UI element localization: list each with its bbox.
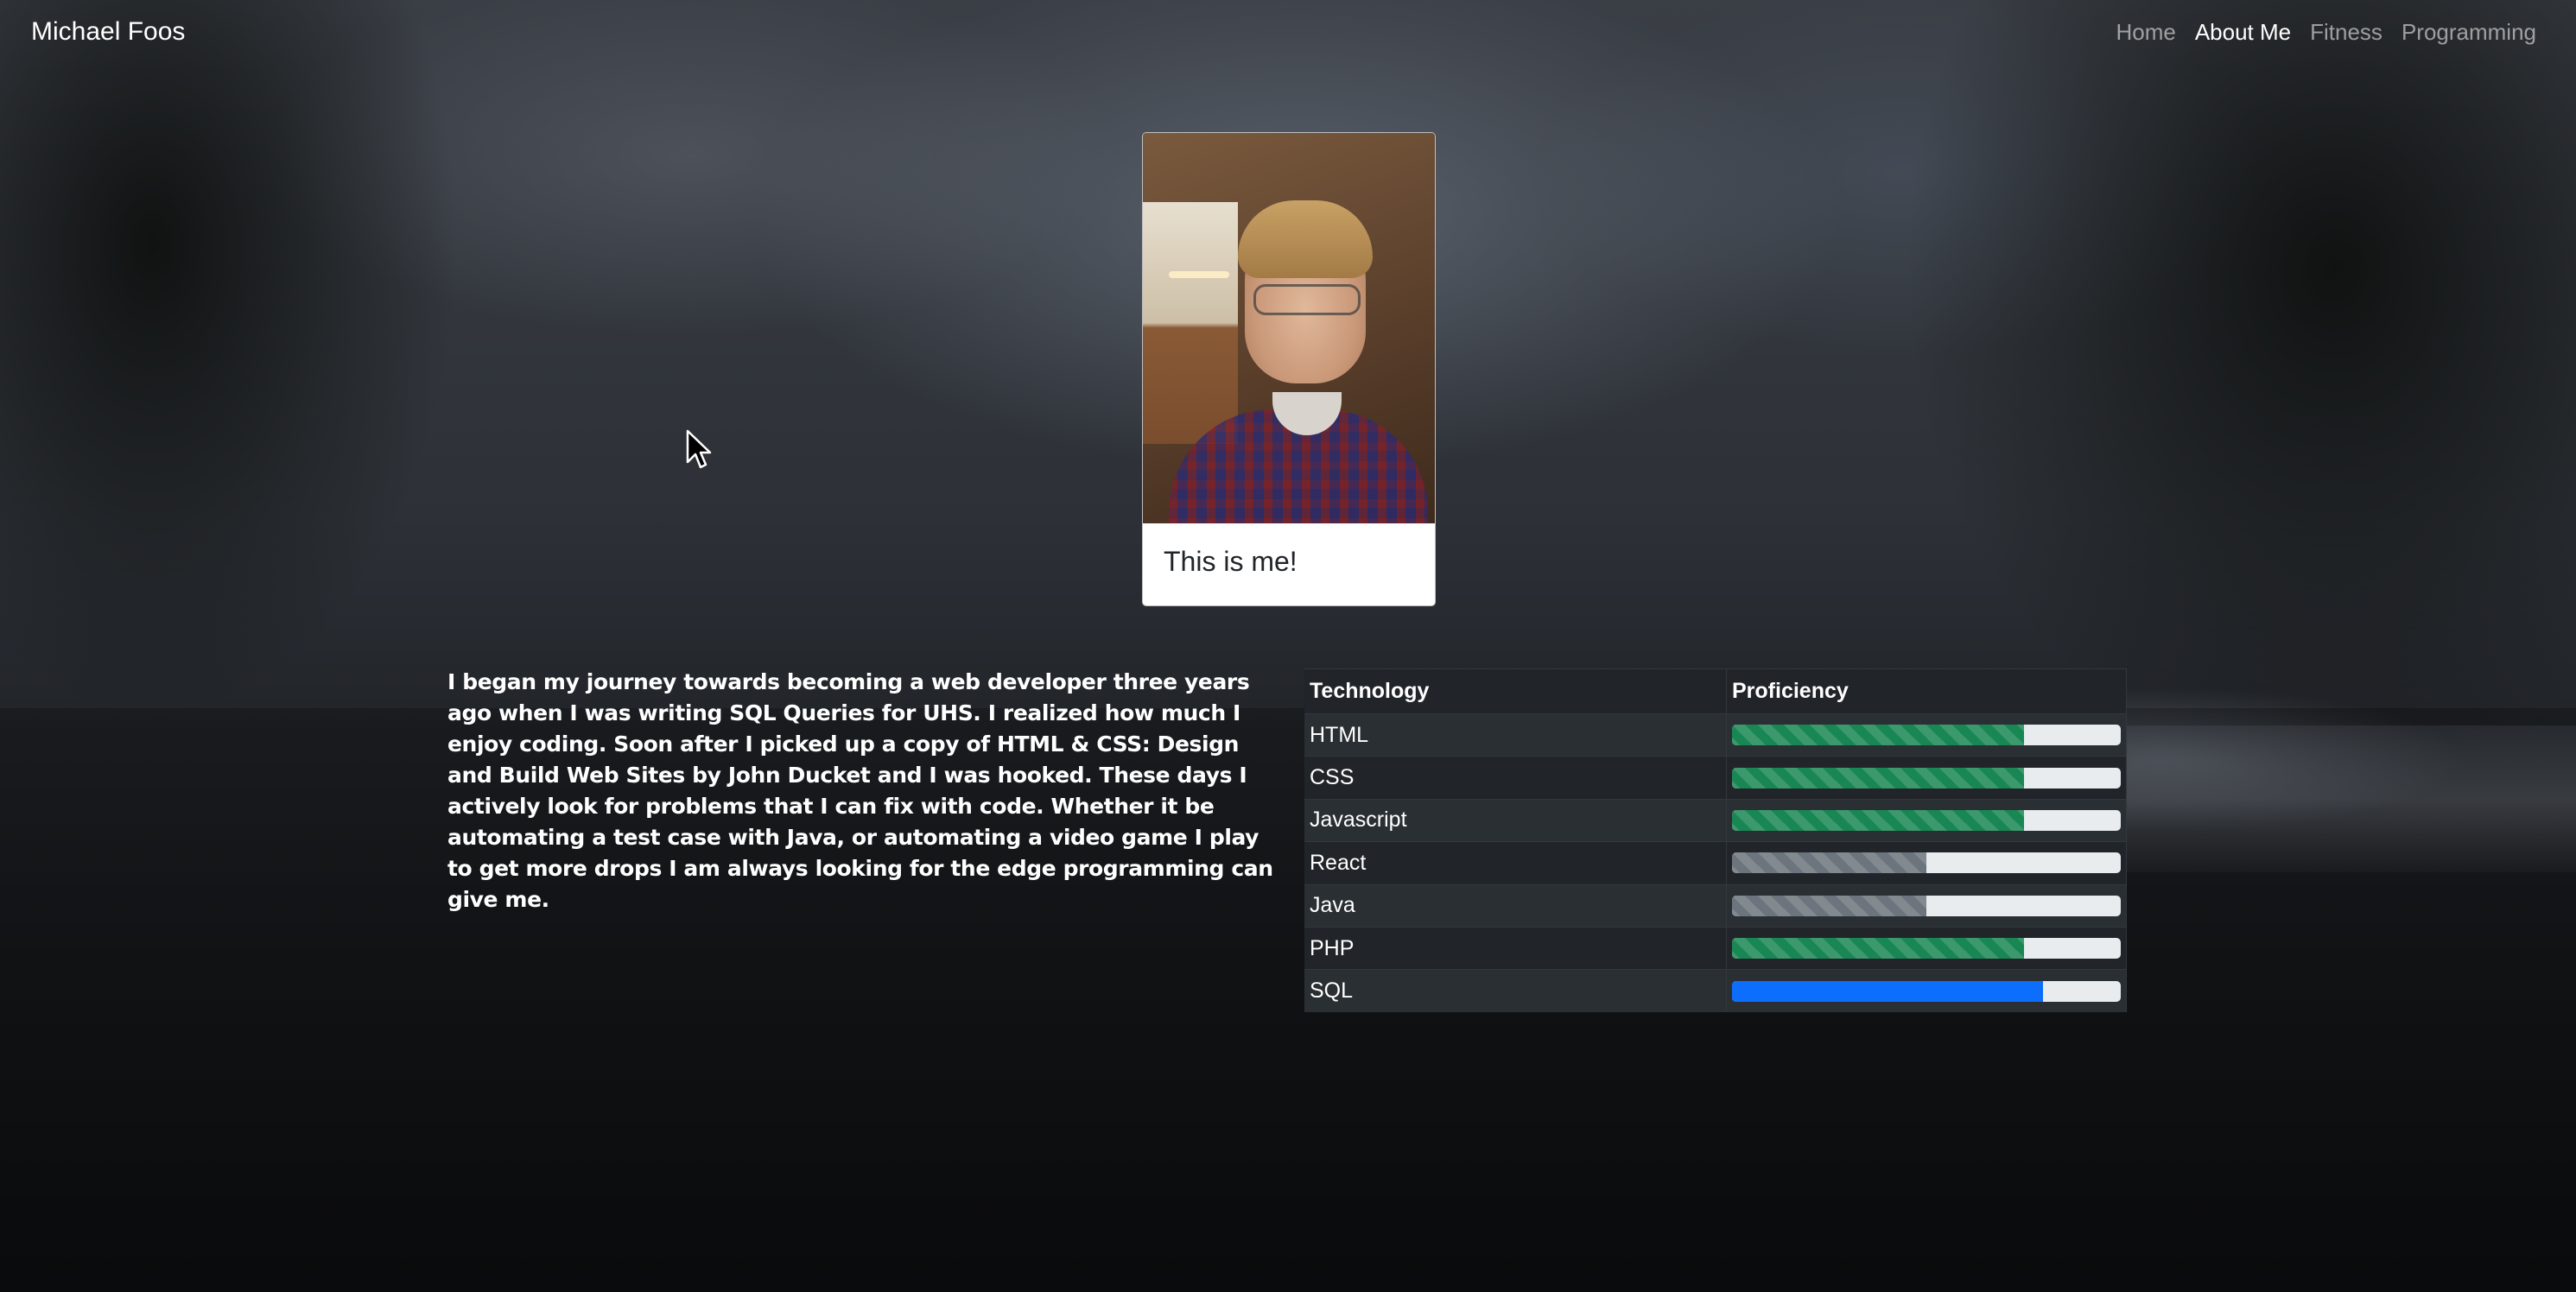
nav-link-home[interactable]: Home: [2116, 19, 2175, 46]
progress-track: [1732, 725, 2121, 746]
technology-cell: SQL: [1304, 969, 1727, 1013]
photo-glasses: [1253, 284, 1361, 315]
profile-photo: [1143, 133, 1435, 523]
skills-table: Technology Proficiency HTML CSS Javascript…: [1304, 668, 2127, 1013]
progress-track: [1732, 980, 2121, 1002]
progress-track: [1732, 767, 2121, 788]
nav-links: Home About Me Fitness Programming: [2116, 19, 2536, 46]
card-caption: This is me!: [1164, 546, 1298, 577]
proficiency-cell: [1726, 926, 2127, 970]
progress-track: [1732, 852, 2121, 874]
mouse-cursor-icon: [686, 429, 712, 469]
proficiency-cell: [1726, 712, 2127, 757]
header-technology: Technology: [1304, 668, 1727, 714]
ground-shadow: [0, 708, 2576, 1292]
profile-card: This is me!: [1142, 132, 1436, 606]
progress-track: [1732, 938, 2121, 960]
table-row: Javascript: [1304, 798, 2127, 842]
proficiency-cell: [1726, 884, 2127, 928]
technology-cell: PHP: [1304, 926, 1727, 970]
progress-bar: [1732, 767, 2024, 788]
technology-cell: React: [1304, 841, 1727, 885]
photo-cabinet: [1143, 202, 1238, 444]
progress-bar: [1732, 725, 2024, 746]
technology-cell: HTML: [1304, 712, 1727, 757]
proficiency-cell: [1726, 756, 2127, 800]
technology-cell: CSS: [1304, 756, 1727, 800]
technology-cell: Java: [1304, 884, 1727, 928]
nav-link-about-me[interactable]: About Me: [2195, 19, 2291, 46]
table-row: Java: [1304, 884, 2127, 928]
progress-bar: [1732, 895, 1926, 916]
nav-link-fitness[interactable]: Fitness: [2310, 19, 2382, 46]
card-body: This is me!: [1143, 523, 1435, 605]
proficiency-cell: [1726, 798, 2127, 842]
navbar: Michael Foos Home About Me Fitness Progr…: [0, 0, 2576, 69]
table-row: PHP: [1304, 926, 2127, 970]
photo-light: [1169, 271, 1229, 278]
table-row: CSS: [1304, 756, 2127, 800]
table-row: HTML: [1304, 712, 2127, 757]
technology-cell: Javascript: [1304, 798, 1727, 842]
proficiency-cell: [1726, 841, 2127, 885]
skills-table-body: HTML CSS Javascript React Java PHP SQL: [1304, 712, 2127, 1013]
progress-bar: [1732, 938, 2024, 960]
table-row: SQL: [1304, 969, 2127, 1013]
tree-silhouette-left: [0, 0, 484, 760]
progress-bar: [1732, 852, 1926, 874]
table-row: React: [1304, 841, 2127, 885]
nav-link-programming[interactable]: Programming: [2402, 19, 2536, 46]
progress-bar: [1732, 809, 2024, 831]
progress-track: [1732, 809, 2121, 831]
progress-bar: [1732, 980, 2043, 1002]
table-header-row: Technology Proficiency: [1304, 668, 2127, 714]
bio-paragraph: I began my journey towards becoming a we…: [447, 669, 1273, 912]
progress-track: [1732, 895, 2121, 916]
brand-link[interactable]: Michael Foos: [31, 17, 185, 47]
proficiency-cell: [1726, 969, 2127, 1013]
header-proficiency: Proficiency: [1726, 668, 2127, 714]
